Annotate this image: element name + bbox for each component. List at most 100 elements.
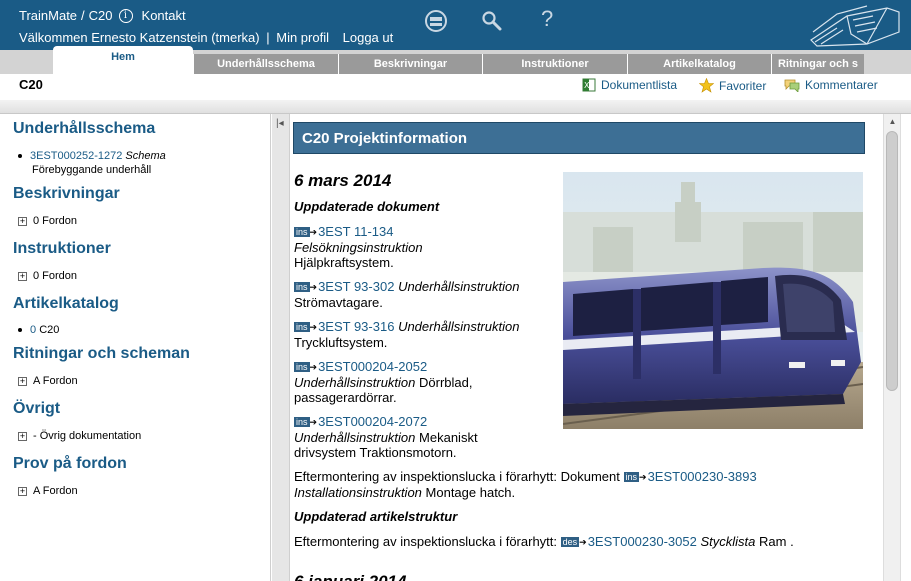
- doc-link[interactable]: 3EST000204-2052: [318, 359, 427, 374]
- tab-beskrivningar[interactable]: Beskrivningar: [338, 54, 482, 74]
- doc-link[interactable]: 3EST 93-316: [318, 319, 394, 334]
- doc-link[interactable]: 3EST000230-3893: [648, 469, 757, 484]
- content-title: C20 Projektinformation: [293, 122, 865, 154]
- doc-link[interactable]: 3EST 93-302: [318, 279, 394, 294]
- content-scrollbar[interactable]: ▲: [883, 114, 900, 581]
- sidebar-item-ovrigt[interactable]: + - Övrig dokumentation: [18, 430, 141, 442]
- doc-link[interactable]: 3EST000204-2072: [318, 414, 427, 429]
- retrofit-entry-2: Eftermontering av inspektionslucka i för…: [294, 534, 854, 550]
- doc-type: Underhållsinstruktion: [294, 430, 416, 445]
- updated-docs-heading: Uppdaterade dokument: [294, 199, 440, 214]
- sidebar-item-label: C20: [39, 324, 60, 336]
- sidebar-item-label: A Fordon: [33, 375, 78, 387]
- contact-link[interactable]: Kontakt: [142, 8, 186, 23]
- doc-entry: ins ➔3EST000204-2052 Underhållsinstruktio…: [294, 359, 473, 405]
- expand-icon[interactable]: +: [18, 271, 27, 281]
- breadcrumb-project-link[interactable]: C20: [89, 8, 113, 23]
- expand-icon[interactable]: +: [18, 431, 27, 441]
- doc-desc: Mekaniskt: [419, 430, 478, 445]
- des-badge: des: [560, 537, 580, 547]
- sidebar-item-underhallsschema: 3EST000252-1272 Schema Förebyggande unde…: [18, 149, 166, 177]
- sub-header: C20 X Dokumentlista Favoriter Kommentare…: [0, 74, 911, 100]
- train-logo-icon: [810, 5, 900, 47]
- doc-type: Installationsinstruktion: [294, 485, 422, 500]
- sidebar-link-artikelkatalog[interactable]: 0: [30, 324, 36, 336]
- profile-link[interactable]: Min profil: [276, 30, 329, 45]
- doc-entry: ins ➔3EST 11-134 Felsökningsinstruktion H…: [294, 224, 423, 270]
- sidebar-title-underhallsschema[interactable]: Underhållsschema: [13, 120, 155, 138]
- tab-underhallsschema[interactable]: Underhållsschema: [193, 54, 338, 74]
- page-title: C20: [19, 77, 43, 92]
- home-icon[interactable]: [424, 9, 448, 38]
- breadcrumb-app-link[interactable]: TrainMate: [19, 8, 77, 23]
- train-photo: [563, 172, 863, 429]
- doc-desc-2: drivsystem Traktionsmotorn.: [294, 445, 457, 460]
- doc-desc: Ram .: [759, 534, 794, 549]
- sidebar-title-artikelkatalog[interactable]: Artikelkatalog: [13, 295, 119, 313]
- sidebar-collapse-handle[interactable]: |◂: [272, 114, 290, 581]
- expand-icon[interactable]: +: [18, 486, 27, 496]
- bullet: [18, 328, 22, 333]
- comments-link[interactable]: Kommentarer: [784, 78, 878, 92]
- sidebar-item-label: A Fordon: [33, 485, 78, 497]
- top-header: TrainMate / C20 i Kontakt Välkommen Erne…: [0, 0, 911, 50]
- user-bar: Välkommen Ernesto Katzenstein (tmerka) |…: [19, 30, 393, 45]
- star-icon: [699, 78, 714, 93]
- doc-type: Underhållsinstruktion: [398, 319, 520, 334]
- sidebar-item-instruktioner[interactable]: +0 Fordon: [18, 270, 77, 282]
- ins-badge: ins: [294, 227, 310, 237]
- news-date: 6 mars 2014: [294, 171, 392, 190]
- sidebar-title-ritningar[interactable]: Ritningar och scheman: [13, 345, 190, 363]
- main-content: C20 Projektinformation 6 mars 2014 Uppda…: [291, 114, 883, 581]
- sidebar-item-beskrivningar[interactable]: +0 Fordon: [18, 215, 77, 227]
- doc-desc: Tryckluftsystem.: [294, 335, 388, 350]
- scroll-up-icon[interactable]: ▲: [884, 114, 901, 130]
- help-icon[interactable]: ?: [541, 6, 553, 32]
- scroll-thumb[interactable]: [886, 131, 898, 391]
- sidebar-item-ritningar[interactable]: + A Fordon: [18, 375, 78, 387]
- arrow-icon: ➔: [309, 417, 318, 427]
- sidebar-item-label: - Övrig dokumentation: [33, 430, 142, 442]
- logout-link[interactable]: Logga ut: [343, 30, 394, 45]
- sidebar-item-label: 0 Fordon: [33, 270, 78, 282]
- search-icon[interactable]: [481, 10, 503, 37]
- doc-link[interactable]: 3EST000230-3052: [588, 534, 697, 549]
- doc-entry: ins ➔3EST000204-2072 Underhållsinstruktio…: [294, 414, 478, 460]
- tab-bar: Hem Underhållsschema Beskrivningar Instr…: [0, 46, 911, 74]
- sidebar-item-type: Schema: [125, 150, 166, 162]
- doc-desc: Montage hatch.: [425, 485, 516, 500]
- sidebar-item-prov[interactable]: + A Fordon: [18, 485, 78, 497]
- favorites-link[interactable]: Favoriter: [699, 78, 766, 93]
- doclist-link[interactable]: X Dokumentlista: [582, 78, 677, 92]
- tab-hem[interactable]: Hem: [53, 46, 193, 74]
- doc-type: Felsökningsinstruktion: [294, 240, 423, 255]
- ins-badge: ins: [294, 322, 310, 332]
- doc-type: Underhållsinstruktion: [398, 279, 520, 294]
- expand-icon[interactable]: +: [18, 216, 27, 226]
- sidebar-title-prov[interactable]: Prov på fordon: [13, 455, 127, 473]
- arrow-icon: ➔: [309, 227, 318, 237]
- ins-badge: ins: [294, 417, 310, 427]
- doc-type: Underhållsinstruktion: [294, 375, 416, 390]
- arrow-icon: ➔: [309, 282, 318, 292]
- tab-instruktioner[interactable]: Instruktioner: [482, 54, 627, 74]
- sidebar-title-instruktioner[interactable]: Instruktioner: [13, 240, 111, 258]
- collapse-arrow-icon[interactable]: |◂: [276, 118, 284, 129]
- arrow-icon: ➔: [579, 537, 587, 547]
- doc-link[interactable]: 3EST 11-134: [318, 224, 393, 239]
- expand-icon[interactable]: +: [18, 376, 27, 386]
- ins-badge: ins: [623, 472, 640, 482]
- left-sidebar: Underhållsschema 3EST000252-1272 Schema …: [0, 114, 271, 581]
- comments-label: Kommentarer: [805, 78, 878, 92]
- breadcrumb-separator: /: [81, 8, 85, 23]
- ins-badge: ins: [294, 362, 310, 372]
- tab-artikelkatalog[interactable]: Artikelkatalog: [627, 54, 771, 74]
- sidebar-title-ovrigt[interactable]: Övrigt: [13, 400, 60, 418]
- sidebar-item-desc: Förebyggande underhåll: [32, 164, 152, 176]
- sidebar-link-schema[interactable]: 3EST000252-1272: [30, 150, 122, 162]
- tab-ritningar[interactable]: Ritningar och s: [771, 54, 864, 74]
- ins-badge: ins: [294, 282, 310, 292]
- info-icon[interactable]: i: [118, 8, 133, 23]
- arrow-icon: ➔: [309, 362, 318, 372]
- sidebar-title-beskrivningar[interactable]: Beskrivningar: [13, 185, 120, 203]
